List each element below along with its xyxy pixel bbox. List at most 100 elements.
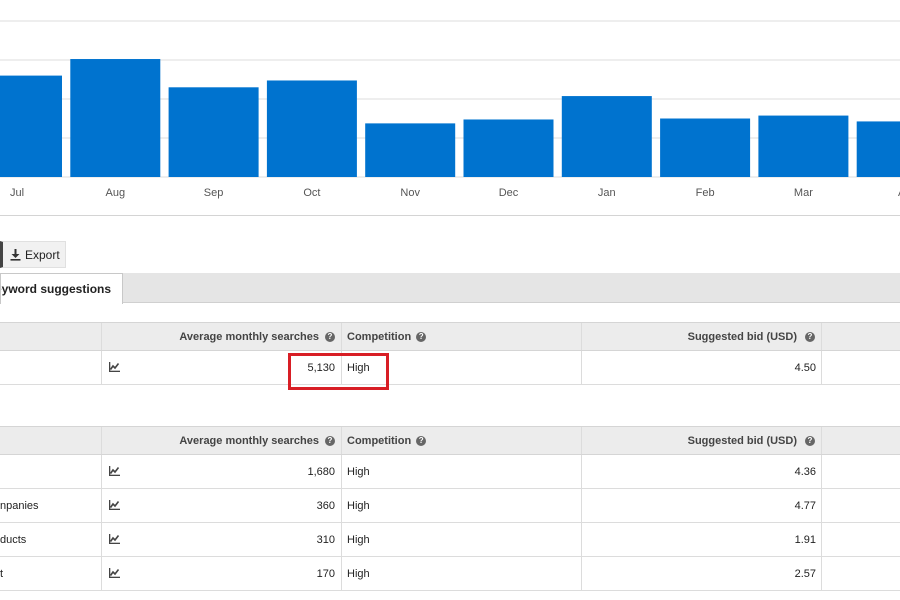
- x-tick-label: Sep: [204, 187, 224, 199]
- suggested-bid-cell: 4.50: [582, 351, 822, 384]
- trend-chart-icon[interactable]: [109, 362, 120, 372]
- tab-keyword-suggestions[interactable]: eyword suggestions: [0, 273, 123, 304]
- header-bid-label: Suggested bid (USD): [687, 330, 797, 343]
- competition-value: High: [347, 533, 370, 546]
- competition-value: High: [347, 361, 370, 374]
- keyword-table: Average monthly searches ? Competition ?…: [0, 322, 900, 385]
- avg-searches-value: 360: [316, 499, 335, 512]
- table-row: npanies 360 High 4.77: [0, 489, 900, 523]
- trend-chart-icon[interactable]: [109, 466, 120, 476]
- bar-jan[interactable]: [561, 96, 652, 177]
- bar-chart-svg: JulAugSepOctNovDecJanFebMarA: [0, 20, 900, 216]
- keyword-cell[interactable]: t: [0, 557, 102, 590]
- header-keyword: [0, 427, 102, 454]
- suggested-bid-value: 4.36: [794, 465, 816, 478]
- competition-value: High: [347, 567, 370, 580]
- bar-feb[interactable]: [660, 118, 751, 178]
- export-label: Export: [25, 247, 60, 262]
- keyword-cell[interactable]: npanies: [0, 489, 102, 522]
- extra-cell: [822, 523, 900, 556]
- tab-label: eyword suggestions: [0, 282, 112, 296]
- help-icon[interactable]: ?: [416, 435, 427, 446]
- x-tick-label: Jan: [598, 187, 616, 199]
- avg-searches-cell: 1,680: [102, 455, 342, 488]
- table-row: 1,680 High 4.36: [0, 455, 900, 489]
- bar-aug[interactable]: [70, 59, 161, 177]
- avg-searches-cell: 310: [102, 523, 342, 556]
- bar-nov[interactable]: [365, 123, 456, 177]
- x-tick-label: Jul: [10, 187, 24, 199]
- header-avg-label: Average monthly searches: [179, 330, 319, 343]
- bar-sep[interactable]: [168, 87, 259, 177]
- suggestions-table: Average monthly searches ? Competition ?…: [0, 426, 900, 591]
- extra-cell: [822, 455, 900, 488]
- help-icon[interactable]: ?: [416, 331, 427, 342]
- header-extra: [822, 427, 900, 454]
- download-icon: [10, 248, 21, 261]
- avg-searches-value: 310: [316, 533, 335, 546]
- competition-cell: High: [342, 523, 582, 556]
- suggested-bid-value: 4.77: [794, 499, 816, 512]
- keyword-cell: [0, 351, 102, 384]
- header-suggested-bid[interactable]: Suggested bid (USD) ?: [582, 427, 822, 454]
- bar-mar[interactable]: [758, 115, 849, 177]
- keyword-cell[interactable]: [0, 455, 102, 488]
- suggested-bid-cell: 1.91: [582, 523, 822, 556]
- x-tick-label: Oct: [303, 187, 320, 199]
- suggested-bid-value: 2.57: [794, 567, 816, 580]
- trend-chart-icon[interactable]: [109, 534, 120, 544]
- competition-cell: High: [342, 455, 582, 488]
- x-tick-label: Dec: [499, 187, 519, 199]
- header-keyword: [0, 323, 102, 350]
- suggested-bid-cell: 2.57: [582, 557, 822, 590]
- export-button[interactable]: Export: [0, 241, 66, 268]
- bar-a[interactable]: [856, 121, 900, 177]
- header-competition[interactable]: Competition ?: [342, 427, 582, 454]
- avg-searches-value: 1,680: [307, 465, 335, 478]
- header-competition[interactable]: Competition ?: [342, 323, 582, 350]
- bar-dec[interactable]: [463, 119, 554, 177]
- competition-cell: High: [342, 557, 582, 590]
- avg-searches-cell: 360: [102, 489, 342, 522]
- header-avg-label: Average monthly searches: [179, 434, 319, 447]
- competition-cell: High: [342, 351, 582, 384]
- header-avg-searches[interactable]: Average monthly searches ?: [102, 427, 342, 454]
- header-suggested-bid[interactable]: Suggested bid (USD) ?: [582, 323, 822, 350]
- extra-cell: [822, 557, 900, 590]
- header-extra: [822, 323, 900, 350]
- competition-value: High: [347, 465, 370, 478]
- competition-cell: High: [342, 489, 582, 522]
- avg-searches-value: 170: [316, 567, 335, 580]
- x-tick-label: Nov: [400, 187, 420, 199]
- help-icon[interactable]: ?: [325, 435, 335, 446]
- avg-searches-cell: 5,130: [102, 351, 342, 384]
- x-tick-label: Feb: [696, 187, 715, 199]
- table-row: t 170 High 2.57: [0, 557, 900, 591]
- x-tick-label: Aug: [106, 187, 126, 199]
- suggested-bid-value: 4.50: [794, 361, 816, 374]
- x-tick-label: Mar: [794, 187, 813, 199]
- keyword-cell[interactable]: ducts: [0, 523, 102, 556]
- keyword-text: ducts: [0, 533, 27, 546]
- suggested-bid-value: 1.91: [794, 533, 816, 546]
- table-row: ducts 310 High 1.91: [0, 523, 900, 557]
- extra-cell: [822, 489, 900, 522]
- suggested-bid-cell: 4.36: [582, 455, 822, 488]
- extra-cell: [822, 351, 900, 384]
- help-icon[interactable]: ?: [805, 331, 815, 342]
- help-icon[interactable]: ?: [325, 331, 335, 342]
- table-header: Average monthly searches ? Competition ?…: [0, 322, 900, 351]
- monthly-search-chart: JulAugSepOctNovDecJanFebMarA: [0, 0, 900, 216]
- trend-chart-icon[interactable]: [109, 500, 120, 510]
- help-icon[interactable]: ?: [805, 435, 815, 446]
- keyword-text: npanies: [0, 499, 39, 512]
- keyword-text: t: [0, 567, 4, 580]
- header-avg-searches[interactable]: Average monthly searches ?: [102, 323, 342, 350]
- avg-searches-value: 5,130: [307, 361, 335, 374]
- competition-value: High: [347, 499, 370, 512]
- bar-jul[interactable]: [0, 75, 62, 177]
- header-bid-label: Suggested bid (USD): [687, 434, 797, 447]
- bar-oct[interactable]: [266, 80, 357, 177]
- trend-chart-icon[interactable]: [109, 568, 120, 578]
- table-header: Average monthly searches ? Competition ?…: [0, 426, 900, 455]
